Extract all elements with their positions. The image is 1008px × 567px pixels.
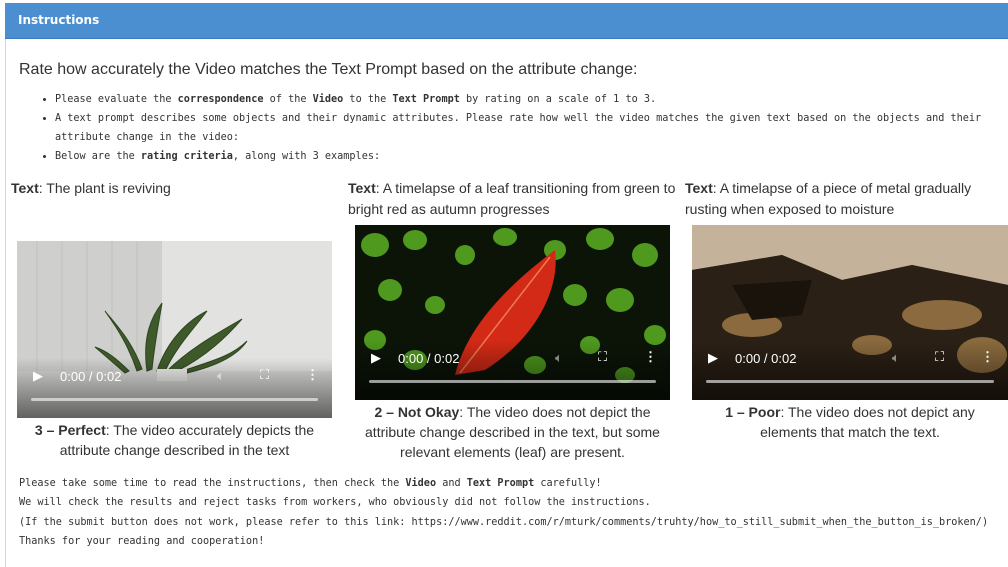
video-controls [692,340,1008,400]
time-display: 0:00 / 0:02 [398,351,460,366]
video-progress-bar[interactable] [706,380,994,383]
example-1-rating: 3 – Perfect: The video accurately depict… [34,422,315,458]
page-heading: Rate how accurately the Video matches th… [19,61,638,78]
fullscreen-icon[interactable]: ⛶ [935,349,944,365]
footer-notes: Please take some time to read the instru… [19,474,999,551]
fullscreen-icon[interactable]: ⛶ [598,349,607,365]
volume-icon[interactable]: 🔈︎ [217,368,225,384]
footer-line: Thanks for your reading and cooperation! [19,535,265,547]
more-options-icon[interactable]: ⋮ [306,367,319,383]
volume-icon[interactable]: 🔈︎ [555,350,563,366]
example-3-rating: 1 – Poor: The video does not depict any … [725,404,975,440]
footer-line: Please take some time to read the instru… [19,478,602,489]
example-1-video[interactable]: ▶ 0:00 / 0:02 🔈︎ ⛶ ⋮ [17,241,332,418]
footer-line: We will check the results and reject tas… [19,497,651,509]
play-icon[interactable]: ▶ [708,350,718,366]
video-progress-bar[interactable] [369,380,656,383]
time-display: 0:00 / 0:02 [735,351,797,366]
play-icon[interactable]: ▶ [33,368,43,384]
instruction-list: Please evaluate the correspondence of th… [19,90,1005,166]
play-icon[interactable]: ▶ [371,350,381,366]
video-controls [355,340,670,400]
example-2-rating: 2 – Not Okay: The video does not depict … [365,404,660,460]
footer-line: (If the submit button does not work, ple… [19,516,989,528]
example-3-prompt: Text: A timelapse of a piece of metal gr… [685,180,972,217]
time-display: 0:00 / 0:02 [60,369,122,384]
more-options-icon[interactable]: ⋮ [981,349,994,365]
video-progress-bar[interactable] [31,398,318,401]
list-item: A text prompt describes some objects and… [55,109,1005,147]
video-controls [17,358,332,418]
instructions-header[interactable]: Instructions [5,3,1008,39]
volume-icon[interactable]: 🔈︎ [892,350,900,366]
list-item: Below are the rating criteria, along wit… [55,147,1005,166]
header-title: Instructions [18,13,100,27]
example-2-prompt: Text: A timelapse of a leaf transitionin… [348,180,676,217]
example-3-video[interactable]: ▶ 0:00 / 0:02 🔈︎ ⛶ ⋮ [692,225,1008,400]
example-1-prompt: Text: The plant is reviving [11,180,171,196]
fullscreen-icon[interactable]: ⛶ [260,367,269,383]
more-options-icon[interactable]: ⋮ [644,349,657,365]
example-2-video[interactable]: ▶ 0:00 / 0:02 🔈︎ ⛶ ⋮ [355,225,670,400]
list-item: Please evaluate the correspondence of th… [55,90,1005,109]
